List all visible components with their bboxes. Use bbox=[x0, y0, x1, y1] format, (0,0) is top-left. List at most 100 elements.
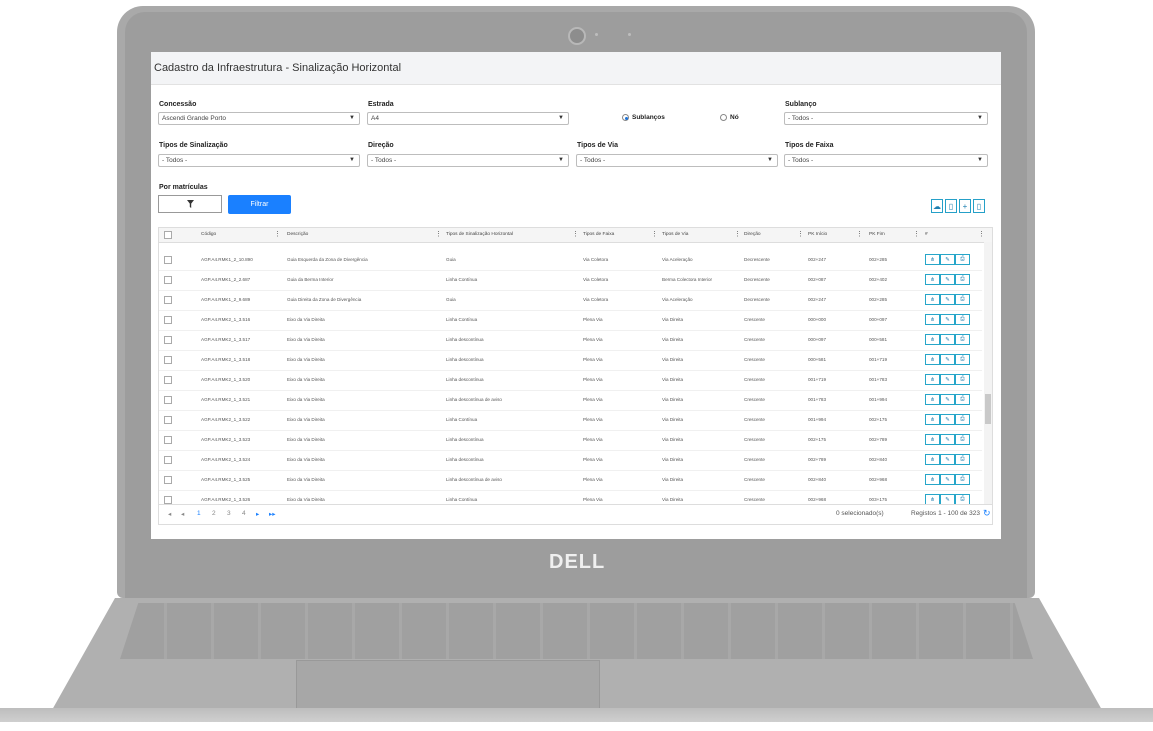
column-menu-icon[interactable]: ⋮ bbox=[856, 231, 863, 239]
edit-icon[interactable]: ✎ bbox=[940, 494, 955, 504]
print-icon[interactable]: ⎙ bbox=[955, 394, 970, 405]
table-row[interactable]: AGP.A4.RMK2_1_3.523 Eixo da Via Direita Li… bbox=[159, 430, 982, 451]
column-menu-icon[interactable]: ⋮ bbox=[572, 231, 579, 239]
column-header-tipos-sinalizacao[interactable]: Tipos de Sinalização Horizontal bbox=[446, 228, 513, 242]
column-menu-icon[interactable]: ⋮ bbox=[274, 231, 281, 239]
print-icon[interactable]: ⎙ bbox=[955, 474, 970, 485]
page-1[interactable]: 1 bbox=[197, 510, 201, 517]
prev-page-icon[interactable]: ◂ bbox=[181, 510, 184, 518]
filter-button[interactable]: Filtrar bbox=[228, 195, 291, 214]
page-3[interactable]: 3 bbox=[227, 510, 231, 517]
table-row[interactable]: AGP.A4.RMK2_1_3.520 Eixo da Via Direita Li… bbox=[159, 370, 982, 391]
edit-icon[interactable]: ✎ bbox=[940, 354, 955, 365]
edit-icon[interactable]: ✎ bbox=[940, 374, 955, 385]
row-checkbox[interactable] bbox=[164, 396, 172, 404]
sitemap-icon[interactable]: ⋔ bbox=[925, 294, 940, 305]
edit-icon[interactable]: ✎ bbox=[940, 434, 955, 445]
print-icon[interactable]: ⎙ bbox=[955, 454, 970, 465]
row-checkbox[interactable] bbox=[164, 336, 172, 344]
sitemap-icon[interactable]: ⋔ bbox=[925, 454, 940, 465]
row-checkbox[interactable] bbox=[164, 436, 172, 444]
edit-icon[interactable]: ✎ bbox=[940, 474, 955, 485]
sitemap-icon[interactable]: ⋔ bbox=[925, 254, 940, 265]
print-icon[interactable]: ⎙ bbox=[955, 314, 970, 325]
edit-icon[interactable]: ✎ bbox=[940, 394, 955, 405]
row-checkbox[interactable] bbox=[164, 376, 172, 384]
sitemap-icon[interactable]: ⋔ bbox=[925, 434, 940, 445]
tipos-sinalizacao-select[interactable]: - Todos - ▼ bbox=[158, 154, 360, 167]
page-2[interactable]: 2 bbox=[212, 510, 216, 517]
radio-no[interactable]: Nó bbox=[720, 114, 739, 121]
edit-icon[interactable]: ✎ bbox=[940, 414, 955, 425]
sitemap-icon[interactable]: ⋔ bbox=[925, 334, 940, 345]
file-export-icon[interactable]: ▯ bbox=[973, 199, 985, 213]
table-row[interactable]: AGP.A4.RMK2_1_3.521 Eixo da Via Direita Li… bbox=[159, 390, 982, 411]
edit-icon[interactable]: ✎ bbox=[940, 274, 955, 285]
table-row[interactable]: AGP.A4.RMK2_1_3.516 Eixo da Via Direita Li… bbox=[159, 310, 982, 331]
refresh-icon[interactable]: ↻ bbox=[983, 508, 991, 519]
column-menu-icon[interactable]: ⋮ bbox=[435, 231, 442, 239]
row-checkbox[interactable] bbox=[164, 296, 172, 304]
radio-sublancos[interactable]: Sublanços bbox=[622, 114, 665, 121]
scrollbar-thumb[interactable] bbox=[985, 394, 991, 424]
sitemap-icon[interactable]: ⋔ bbox=[925, 494, 940, 504]
column-menu-icon[interactable]: ⋮ bbox=[797, 231, 804, 239]
table-row[interactable]: AGP.A4.RMK2_1_3.524 Eixo da Via Direita Li… bbox=[159, 450, 982, 471]
row-checkbox[interactable] bbox=[164, 316, 172, 324]
edit-icon[interactable]: ✎ bbox=[940, 454, 955, 465]
column-menu-icon[interactable]: ⋮ bbox=[651, 231, 658, 239]
row-checkbox[interactable] bbox=[164, 276, 172, 284]
row-checkbox[interactable] bbox=[164, 356, 172, 364]
edit-icon[interactable]: ✎ bbox=[940, 294, 955, 305]
column-header-pk-fim[interactable]: PK Fim bbox=[869, 228, 885, 242]
print-icon[interactable]: ⎙ bbox=[955, 374, 970, 385]
select-all-checkbox[interactable] bbox=[164, 231, 172, 239]
column-header-tipos-faixa[interactable]: Tipos de Faixa bbox=[583, 228, 614, 242]
column-header-direcao[interactable]: Direção bbox=[744, 228, 761, 242]
sitemap-icon[interactable]: ⋔ bbox=[925, 394, 940, 405]
tipos-via-select[interactable]: - Todos - ▼ bbox=[576, 154, 778, 167]
print-icon[interactable]: ⎙ bbox=[955, 294, 970, 305]
direcao-select[interactable]: - Todos - ▼ bbox=[367, 154, 569, 167]
cloud-upload-icon[interactable]: ☁ bbox=[931, 199, 943, 213]
last-page-icon[interactable]: ▸▸ bbox=[269, 510, 276, 518]
print-icon[interactable]: ⎙ bbox=[955, 354, 970, 365]
concessao-select[interactable]: Ascendi Grande Porto ▼ bbox=[158, 112, 360, 125]
print-icon[interactable]: ⎙ bbox=[955, 434, 970, 445]
column-menu-icon[interactable]: ⋮ bbox=[978, 231, 985, 239]
tipos-faixa-select[interactable]: - Todos - ▼ bbox=[784, 154, 988, 167]
plus-icon[interactable]: + bbox=[959, 199, 971, 213]
row-checkbox[interactable] bbox=[164, 256, 172, 264]
table-row[interactable]: AGP.A4.RMK2_1_3.518 Eixo da Via Direita Li… bbox=[159, 350, 982, 371]
edit-icon[interactable]: ✎ bbox=[940, 254, 955, 265]
sitemap-icon[interactable]: ⋔ bbox=[925, 414, 940, 425]
sitemap-icon[interactable]: ⋔ bbox=[925, 354, 940, 365]
table-row[interactable]: AGP.A4.RMK1_2_2.687 Guia da Berma Interio… bbox=[159, 270, 982, 291]
table-row[interactable]: AGP.A4.RMK2_1_3.517 Eixo da Via Direita Li… bbox=[159, 330, 982, 351]
estrada-select[interactable]: A4 ▼ bbox=[367, 112, 569, 125]
print-icon[interactable]: ⎙ bbox=[955, 414, 970, 425]
next-page-icon[interactable]: ▸ bbox=[256, 510, 259, 518]
row-checkbox[interactable] bbox=[164, 476, 172, 484]
table-row[interactable]: AGP.A4.RMK1_2_10.890 Guia Esquerda da Zon… bbox=[159, 250, 982, 271]
column-menu-icon[interactable]: ⋮ bbox=[734, 231, 741, 239]
print-icon[interactable]: ⎙ bbox=[955, 494, 970, 504]
table-row[interactable]: AGP.A4.RMK1_2_9.689 Guia Direita da Zona … bbox=[159, 290, 982, 311]
edit-icon[interactable]: ✎ bbox=[940, 334, 955, 345]
page-4[interactable]: 4 bbox=[242, 510, 246, 517]
row-checkbox[interactable] bbox=[164, 416, 172, 424]
sublanco-select[interactable]: - Todos - ▼ bbox=[784, 112, 988, 125]
table-row[interactable]: AGP.A4.RMK2_1_3.526 Eixo da Via Direita Li… bbox=[159, 490, 982, 504]
sitemap-icon[interactable]: ⋔ bbox=[925, 274, 940, 285]
row-checkbox[interactable] bbox=[164, 456, 172, 464]
column-header-tipos-via[interactable]: Tipos de Via bbox=[662, 228, 688, 242]
first-page-icon[interactable]: ◂ bbox=[168, 510, 171, 518]
row-checkbox[interactable] bbox=[164, 496, 172, 504]
print-icon[interactable]: ⎙ bbox=[955, 334, 970, 345]
sitemap-icon[interactable]: ⋔ bbox=[925, 314, 940, 325]
table-row[interactable]: AGP.A4.RMK2_1_3.522 Eixo da Via Direita Li… bbox=[159, 410, 982, 431]
matriculas-filter-button[interactable] bbox=[158, 195, 222, 213]
column-menu-icon[interactable]: ⋮ bbox=[913, 231, 920, 239]
column-header-codigo[interactable]: Código bbox=[201, 228, 216, 242]
column-header-descricao[interactable]: Descrição bbox=[287, 228, 308, 242]
